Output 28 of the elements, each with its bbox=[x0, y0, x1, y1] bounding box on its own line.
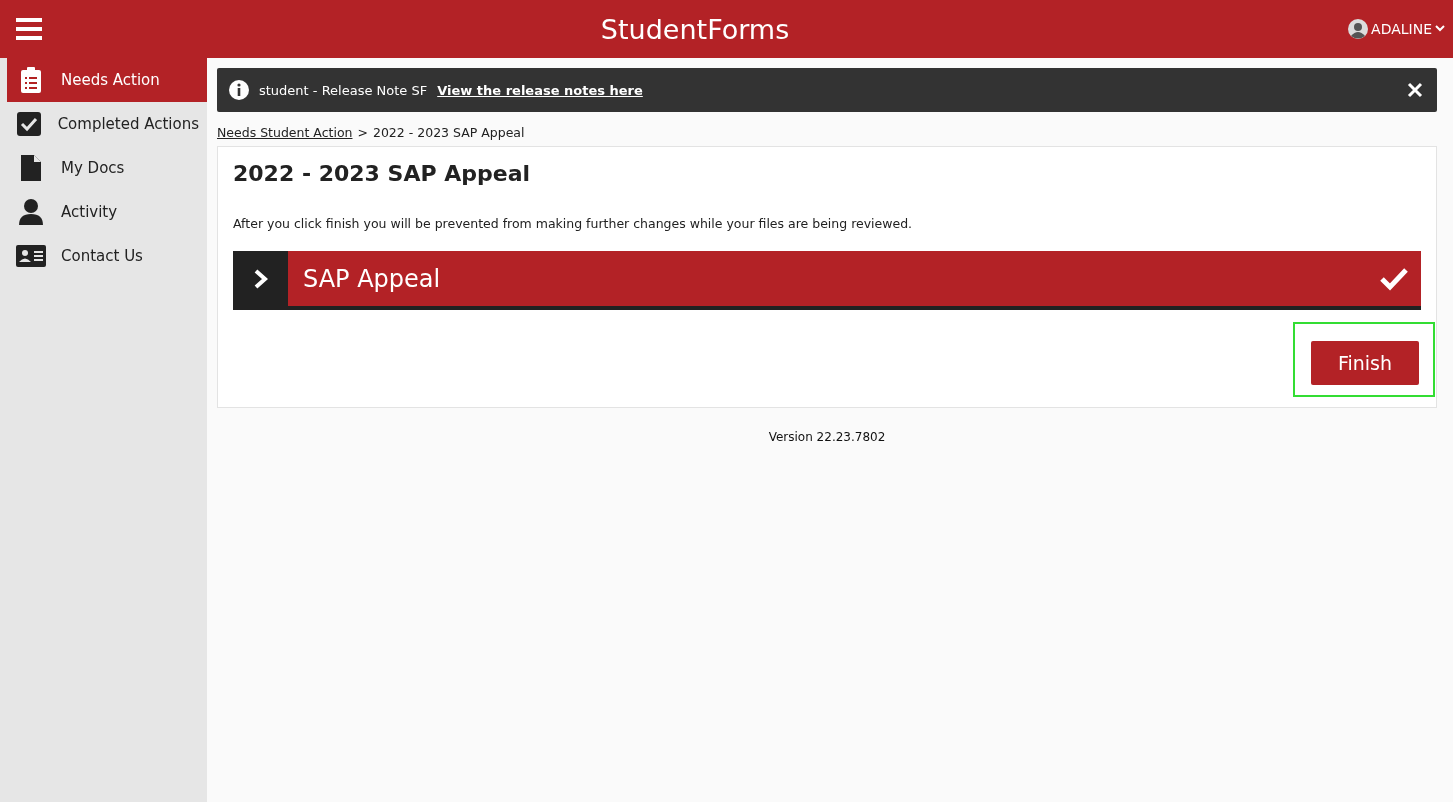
release-notes-link[interactable]: View the release notes here bbox=[437, 82, 643, 98]
person-icon bbox=[19, 199, 43, 225]
sidebar-item[interactable]: Contact Us bbox=[7, 234, 207, 278]
info-icon bbox=[229, 80, 249, 100]
breadcrumb-link[interactable]: Needs Student Action bbox=[217, 125, 353, 140]
sidebar-item[interactable]: Needs Action bbox=[7, 58, 207, 102]
chevron-icon bbox=[252, 268, 269, 289]
close-icon[interactable] bbox=[1407, 82, 1423, 98]
menu-icon[interactable] bbox=[16, 18, 42, 40]
breadcrumb-separator: > bbox=[357, 125, 368, 140]
notice-text: student - Release Note SF bbox=[259, 82, 428, 98]
breadcrumb-current: 2022 - 2023 SAP Appeal bbox=[372, 125, 525, 140]
sidebar-item[interactable]: Completed Actions bbox=[7, 102, 207, 146]
sidebar-item[interactable]: Activity bbox=[7, 190, 207, 234]
caret-icon bbox=[1435, 25, 1445, 33]
user-menu[interactable]: ADALINE bbox=[1348, 19, 1445, 39]
section-header[interactable]: SAP Appeal bbox=[233, 251, 1421, 310]
avatar-icon bbox=[1348, 19, 1369, 39]
app-title: StudentForms bbox=[600, 13, 790, 45]
form-title: 2022 - 2023 SAP Appeal bbox=[233, 161, 532, 186]
sidebar-item[interactable]: My Docs bbox=[7, 146, 207, 190]
finish-button[interactable]: Finish bbox=[1311, 341, 1419, 385]
checkbox-icon bbox=[17, 112, 42, 136]
clipboard-icon bbox=[20, 67, 42, 93]
contact-card-icon bbox=[16, 245, 46, 267]
instructions-text: After you click finish you will be prevented from making further changes while your files are being reviewed. bbox=[233, 216, 914, 231]
version-text: Version 22.23.7802 bbox=[767, 430, 887, 444]
document-icon bbox=[21, 155, 41, 181]
